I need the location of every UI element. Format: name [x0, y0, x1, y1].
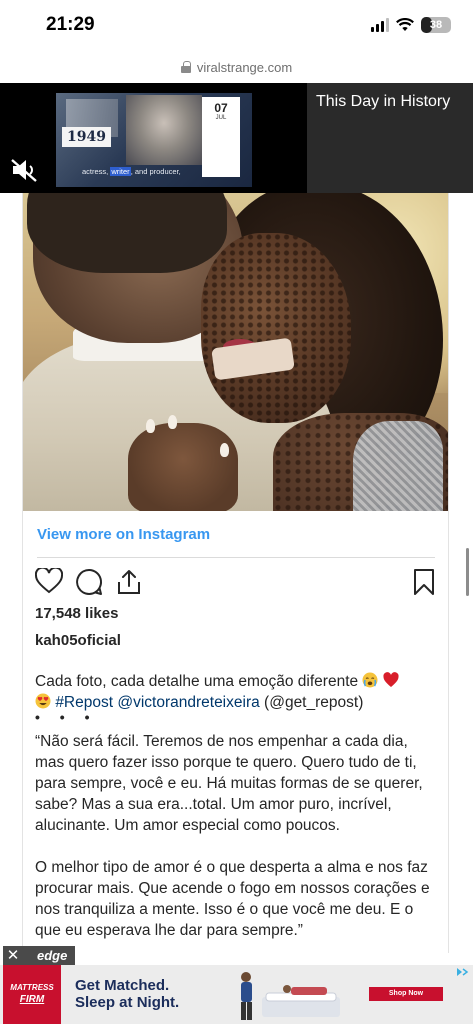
view-more-on-instagram-link[interactable]: View more on Instagram	[37, 526, 210, 543]
heart-eyes-emoji-icon	[35, 693, 51, 709]
caption-highlight: writer	[110, 167, 131, 176]
caption-paragraph-2: O melhor tipo de amor é o que desperta a…	[35, 859, 430, 939]
mattress-firm-logo: MATTRESS FIRM	[3, 965, 61, 1024]
close-ad-button[interactable]: ✕	[3, 946, 23, 965]
adchoices-icon[interactable]	[455, 967, 469, 977]
ad-illustration	[241, 972, 340, 1020]
calendar-date: 07 JUL	[202, 97, 240, 177]
bottom-banner-ad[interactable]: ✕ edge MATTRESS FIRM Get Matched. Sleep …	[0, 946, 473, 1024]
post-username[interactable]: kah05oficial	[35, 632, 121, 649]
lock-icon	[180, 61, 191, 73]
crying-face-emoji-icon	[362, 672, 378, 688]
wifi-icon	[396, 18, 414, 31]
bookmark-icon[interactable]	[413, 568, 435, 596]
ad-headline: Get Matched. Sleep at Night.	[75, 977, 180, 1011]
date-day: 07	[214, 101, 228, 115]
ad-body[interactable]: MATTRESS FIRM Get Matched. Sleep at Nigh…	[0, 965, 473, 1024]
scrollbar[interactable]	[466, 548, 469, 596]
battery-icon: 38	[421, 17, 451, 33]
video-ad[interactable]: 1949 07 JUL actress, writer, and produce…	[0, 83, 473, 193]
share-icon[interactable]	[115, 568, 143, 596]
status-time: 21:29	[46, 14, 95, 35]
heart-icon[interactable]	[35, 568, 63, 594]
video-caption: actress, writer, and producer,	[82, 167, 181, 176]
likes-count[interactable]: 17,548 likes	[35, 605, 118, 622]
status-icons: 38	[371, 17, 451, 33]
video-title-panel[interactable]: This Day in History	[307, 83, 473, 193]
comment-icon[interactable]	[75, 568, 103, 596]
red-heart-emoji-icon	[383, 672, 399, 687]
ad-network-logo: edge	[23, 946, 75, 965]
post-image[interactable]	[23, 193, 448, 511]
video-thumbnail[interactable]: 1949 07 JUL actress, writer, and produce…	[56, 93, 252, 187]
repost-handle: (@get_repost)	[264, 694, 364, 711]
speaker-muted-icon[interactable]	[10, 157, 40, 183]
instagram-embed: View more on Instagram 17,548 likes kah0…	[22, 193, 449, 955]
status-bar: 21:29 38	[0, 0, 473, 52]
url-text: viralstrange.com	[196, 59, 293, 75]
date-month: JUL	[215, 115, 227, 121]
divider	[37, 557, 435, 558]
caption-paragraph-1: “Não será fácil. Teremos de nos empenhar…	[35, 733, 423, 834]
caption-ellipsis: • • •	[35, 709, 98, 725]
battery-percentage: 38	[429, 19, 443, 31]
thumbnail-photo-portrait	[126, 95, 202, 165]
address-bar[interactable]: viralstrange.com	[0, 52, 473, 82]
ad-header: ✕ edge	[0, 946, 473, 965]
shop-now-button[interactable]: Shop Now	[369, 987, 443, 1001]
post-actions	[35, 568, 437, 598]
year-label: 1949	[62, 127, 111, 147]
video-title: This Day in History	[316, 93, 451, 110]
caption-intro: Cada foto, cada detalhe uma emoção difer…	[35, 671, 435, 713]
post-caption: Cada foto, cada detalhe uma emoção difer…	[35, 671, 435, 955]
cellular-signal-icon	[371, 18, 389, 32]
